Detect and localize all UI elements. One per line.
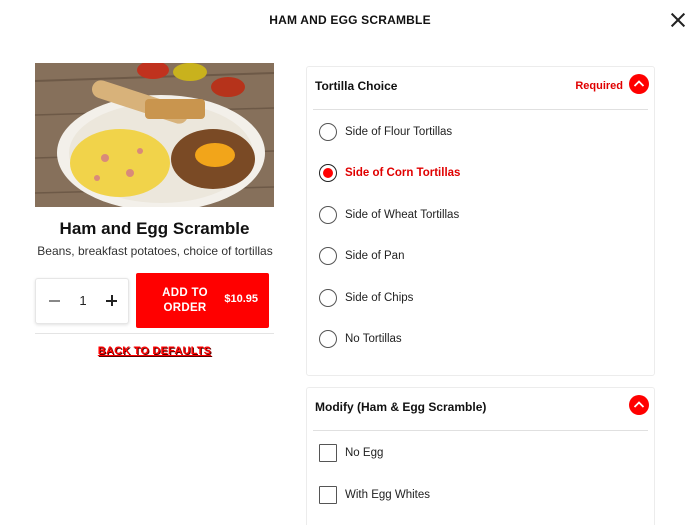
modify-header[interactable]: Modify (Ham & Egg Scramble) [307,388,654,430]
required-badge: Required [575,80,623,92]
radio-button[interactable] [319,289,337,307]
radio-button[interactable] [319,330,337,348]
item-price: $10.95 [224,293,258,305]
item-description: Beans, breakfast potatoes, choice of tor… [37,244,273,258]
tortilla-choice-section: Tortilla Choice Required Side of Flour T… [306,66,655,376]
section-title: Modify (Ham & Egg Scramble) [315,400,487,414]
add-to-order-label: ADD TO ORDER [162,287,208,314]
option-label: Side of Corn Tortillas [345,167,461,179]
option-no-egg[interactable]: No Egg [319,442,639,464]
section-title: Tortilla Choice [315,79,398,93]
chevron-up-icon[interactable] [629,395,649,415]
option-wheat-tortillas[interactable]: Side of Wheat Tortillas [319,204,639,226]
option-corn-tortillas[interactable]: Side of Corn Tortillas [319,162,639,184]
item-photo [35,63,274,207]
option-label: Side of Chips [345,292,414,304]
option-label: Side of Flour Tortillas [345,126,453,138]
option-no-tortillas[interactable]: No Tortillas [319,328,639,350]
modal-title: HAM AND EGG SCRAMBLE [269,13,431,27]
radio-button-selected[interactable] [319,164,337,182]
divider [313,430,648,431]
option-flour-tortillas[interactable]: Side of Flour Tortillas [319,121,639,143]
option-pan[interactable]: Side of Pan [319,245,639,267]
minus-icon[interactable] [47,293,63,309]
radio-button[interactable] [319,247,337,265]
quantity-stepper: 1 [35,278,129,324]
checkbox[interactable] [319,486,337,504]
option-egg-whites[interactable]: With Egg Whites [319,484,639,506]
item-name: Ham and Egg Scramble [59,219,250,238]
option-label: No Egg [345,447,384,459]
quantity-value: 1 [79,293,87,308]
option-chips[interactable]: Side of Chips [319,287,639,309]
add-to-order-button[interactable]: ADD TO ORDER $10.95 [136,273,269,328]
option-label: With Egg Whites [345,489,430,501]
option-label: No Tortillas [345,333,402,345]
option-label: Side of Pan [345,250,405,262]
option-label: Side of Wheat Tortillas [345,209,460,221]
modify-section: Modify (Ham & Egg Scramble) No Egg With … [306,387,655,525]
checkbox[interactable] [319,444,337,462]
chevron-up-icon[interactable] [629,74,649,94]
divider [35,333,274,334]
radio-button[interactable] [319,123,337,141]
radio-button[interactable] [319,206,337,224]
tortilla-choice-header[interactable]: Tortilla Choice Required [307,67,654,109]
plus-icon[interactable] [104,293,120,309]
back-to-defaults-link[interactable]: BACK TO DEFAULTS [35,345,274,357]
close-icon[interactable] [670,12,686,28]
divider [313,109,648,110]
